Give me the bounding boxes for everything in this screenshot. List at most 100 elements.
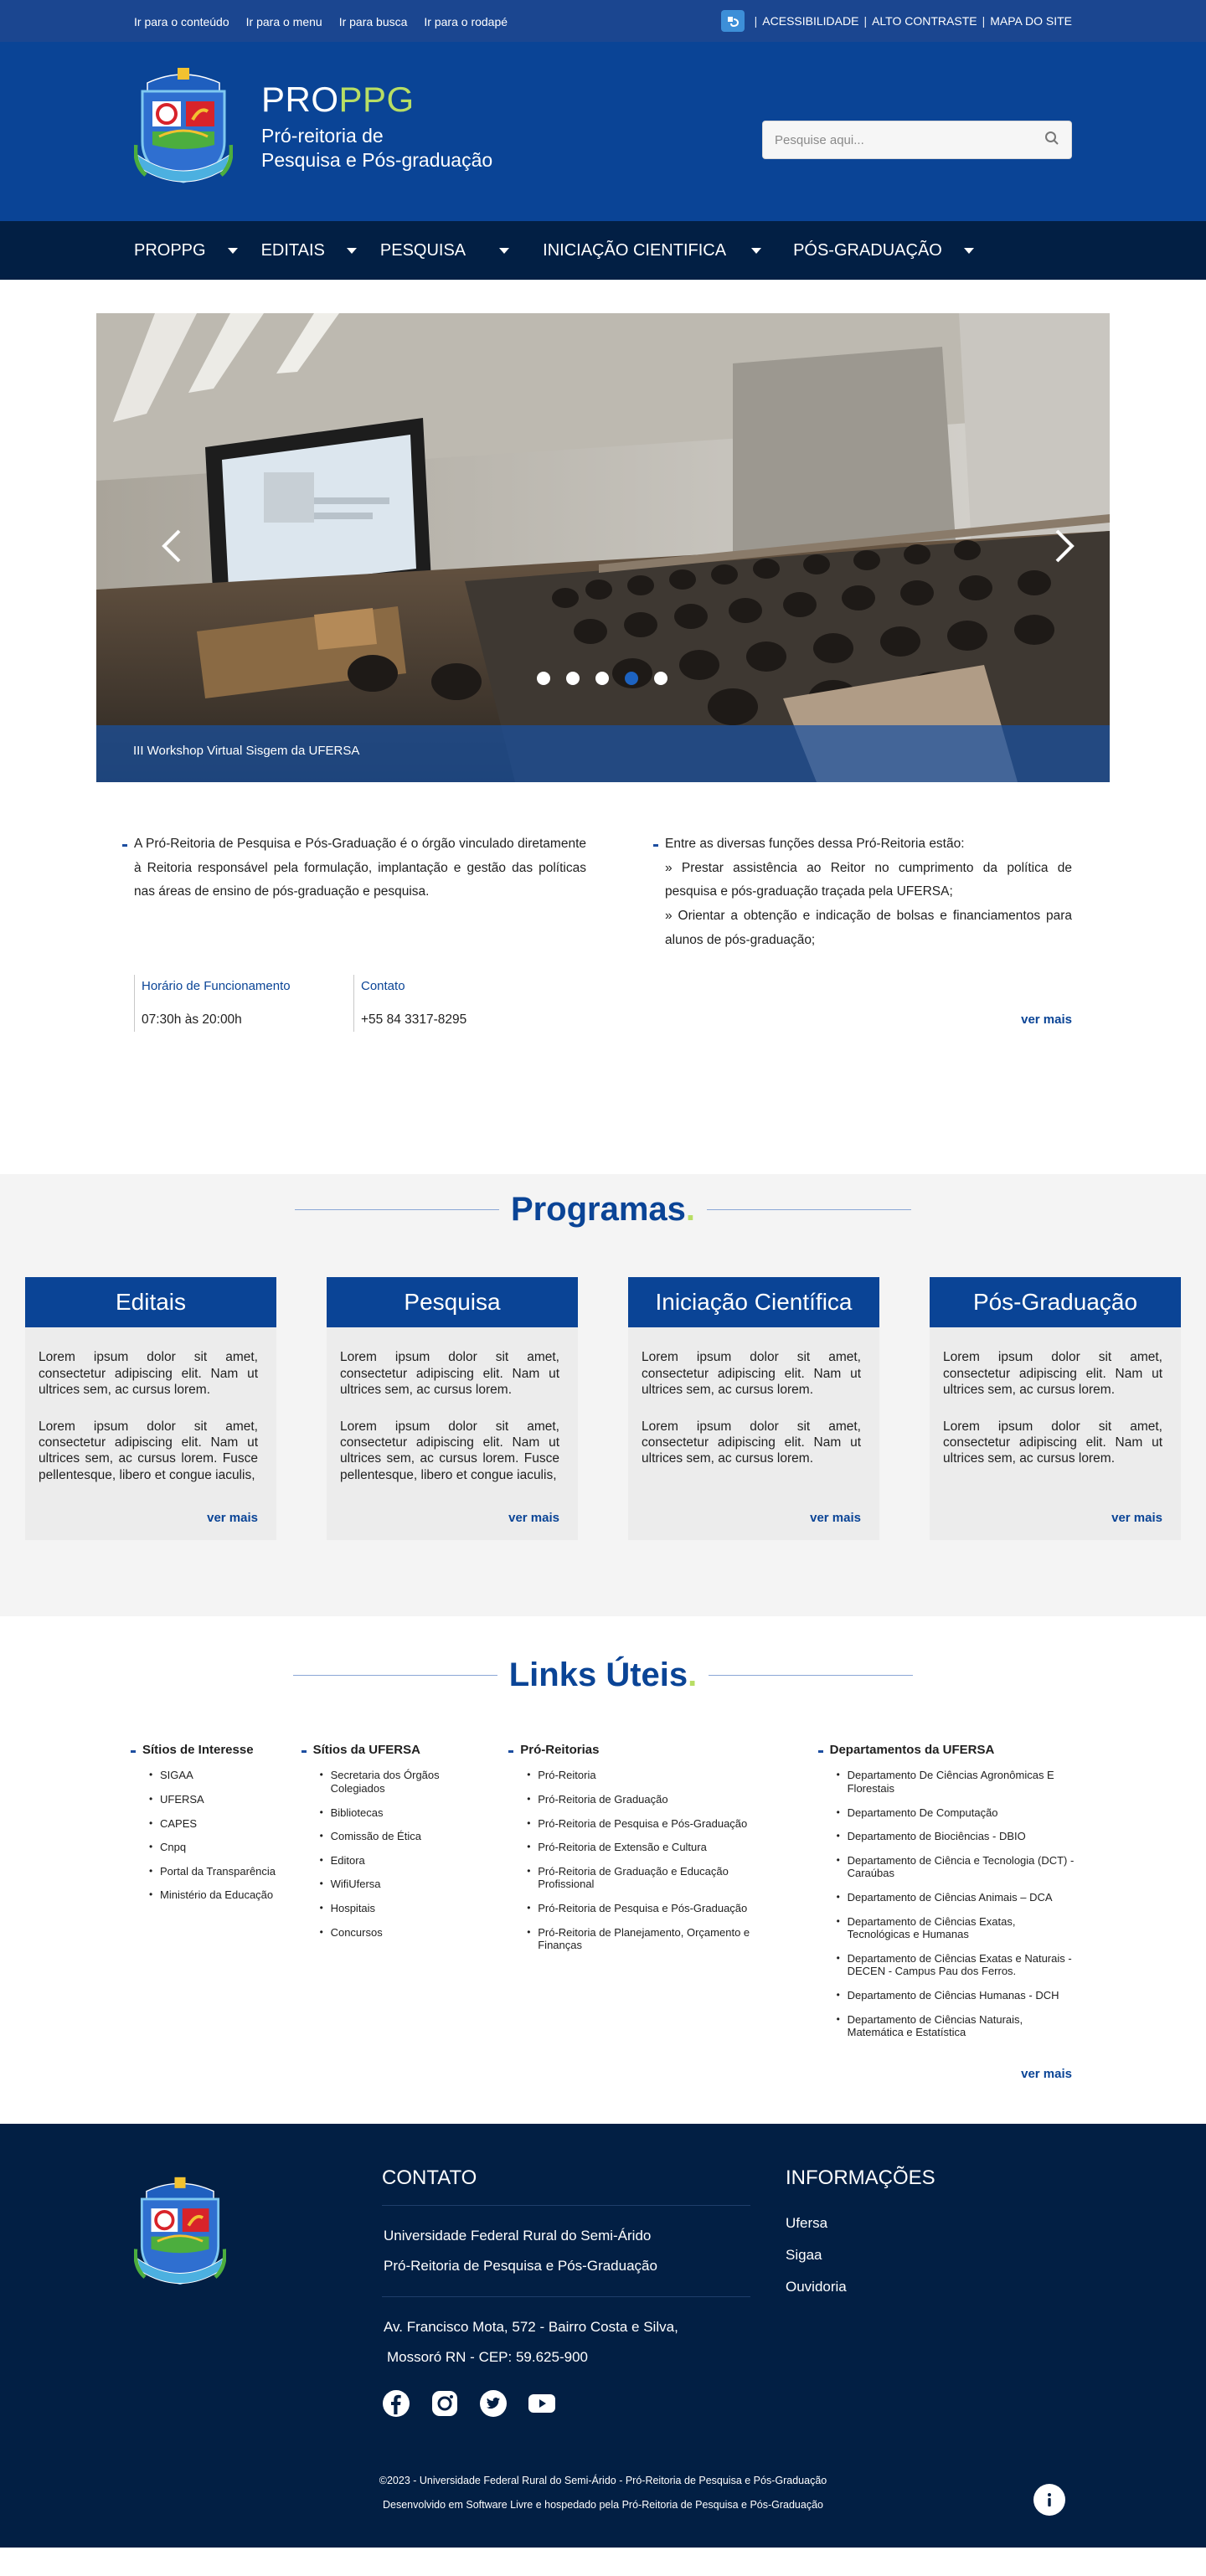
- link-list: Pró-Reitoria Pró-Reitoria de Graduação P…: [520, 1769, 774, 1951]
- links-heading: Links Úteis.: [0, 1656, 1206, 1694]
- card-title[interactable]: Pós-Graduação: [930, 1277, 1181, 1328]
- link-item[interactable]: Hospitais: [313, 1902, 452, 1915]
- accessibility-link[interactable]: ACESSIBILIDADE: [762, 14, 858, 28]
- menu-item-pos-graduacao[interactable]: PÓS-GRADUAÇÃO: [793, 241, 974, 260]
- carousel-dot[interactable]: [654, 672, 667, 685]
- link-item[interactable]: Editora: [313, 1854, 452, 1868]
- link-item[interactable]: Pró-Reitoria de Pesquisa e Pós-Graduação: [520, 1902, 774, 1915]
- programs-section: Programas. Editais Lorem ipsum dolor sit…: [0, 1174, 1206, 1617]
- link-item[interactable]: Ministério da Educação: [142, 1888, 313, 1902]
- card-see-more-link[interactable]: ver mais: [810, 1511, 861, 1525]
- search-icon[interactable]: [1044, 131, 1059, 150]
- link-item[interactable]: Pró-Reitoria de Planejamento, Orçamento …: [520, 1926, 774, 1952]
- skip-to-menu-link[interactable]: Ir para o menu: [246, 15, 322, 28]
- link-item[interactable]: Departamento de Biociências - DBIO: [830, 1830, 1080, 1843]
- link-item[interactable]: Departamento de Ciências Naturais, Matem…: [830, 2013, 1080, 2039]
- program-card-editais: Editais Lorem ipsum dolor sit amet, cons…: [25, 1277, 276, 1541]
- link-item[interactable]: Departamento De Ciências Agronômicas E F…: [830, 1769, 1080, 1795]
- card-title[interactable]: Pesquisa: [327, 1277, 578, 1328]
- bullet-dash: [122, 844, 127, 847]
- search-input[interactable]: [775, 132, 1044, 147]
- links-see-more-link[interactable]: ver mais: [1021, 2067, 1072, 2081]
- caret-down-icon[interactable]: [346, 247, 357, 254]
- function-item: » Orientar a obtenção e indicação de bol…: [665, 909, 1072, 947]
- link-item[interactable]: Portal da Transparência: [142, 1865, 313, 1878]
- card-title[interactable]: Iniciação Científica: [628, 1277, 879, 1328]
- link-item[interactable]: Cnpq: [142, 1841, 313, 1854]
- link-item[interactable]: Pró-Reitoria de Pesquisa e Pós-Graduação: [520, 1817, 774, 1831]
- twitter-icon[interactable]: [479, 2389, 508, 2418]
- youtube-icon[interactable]: [528, 2389, 556, 2418]
- menu-item-editais[interactable]: EDITAIS: [261, 241, 357, 260]
- brand-title[interactable]: PROPPG: [261, 80, 492, 119]
- intro-description: A Pró-Reitoria de Pesquisa e Pós-Graduaç…: [134, 837, 586, 899]
- chevron-left-icon: [162, 529, 181, 563]
- skip-to-content-link[interactable]: Ir para o conteúdo: [134, 15, 229, 28]
- link-item[interactable]: Departamento De Computação: [830, 1806, 1080, 1820]
- carousel-dot[interactable]: [566, 672, 580, 685]
- link-item[interactable]: Pró-Reitoria de Graduação: [520, 1793, 774, 1806]
- carousel-dot[interactable]: [595, 672, 609, 685]
- carousel-prev-arrow[interactable]: [155, 521, 188, 571]
- hours-value: 07:30h às 20:00h: [142, 1012, 242, 1027]
- link-item[interactable]: Departamento de Ciências Exatas, Tecnoló…: [830, 1915, 1080, 1941]
- link-item[interactable]: UFERSA: [142, 1793, 313, 1806]
- carousel-dot-active[interactable]: [625, 672, 638, 685]
- slide-caption[interactable]: III Workshop Virtual Sisgem da UFERSA: [96, 725, 1110, 782]
- link-item[interactable]: Pró-Reitoria: [520, 1769, 774, 1782]
- link-item[interactable]: Secretaria dos Órgãos Colegiados: [313, 1769, 452, 1795]
- caret-down-icon[interactable]: [751, 247, 762, 254]
- card-body: Lorem ipsum dolor sit amet, consectetur …: [327, 1327, 578, 1483]
- card-text: Lorem ipsum dolor sit amet, consectetur …: [39, 1350, 258, 1398]
- link-item[interactable]: WifiUfersa: [313, 1878, 452, 1891]
- caret-down-icon[interactable]: [499, 247, 510, 254]
- footer-org-name: Universidade Federal Rural do Semi-Árido: [384, 2227, 652, 2244]
- link-item[interactable]: Departamento de Ciências Animais – DCA: [830, 1891, 1080, 1904]
- skip-to-footer-link[interactable]: Ir para o rodapé: [424, 15, 508, 28]
- card-text: Lorem ipsum dolor sit amet, consectetur …: [340, 1419, 559, 1482]
- facebook-icon[interactable]: [382, 2389, 410, 2418]
- link-item[interactable]: CAPES: [142, 1817, 313, 1831]
- caret-down-icon[interactable]: [963, 247, 974, 254]
- menu-item-proppg[interactable]: PROPPG: [134, 241, 238, 260]
- link-item[interactable]: Bibliotecas: [313, 1806, 452, 1820]
- footer-link-ouvidoria[interactable]: Ouvidoria: [786, 2279, 935, 2295]
- footer-ufersa-logo[interactable]: [133, 2164, 231, 2306]
- separator: |: [863, 14, 868, 28]
- section-title: Links Úteis.: [509, 1656, 698, 1694]
- main-menu: PROPPG EDITAIS PESQUISA INICIAÇÃO CIENTI…: [0, 221, 1206, 280]
- link-item[interactable]: Pró-Reitoria de Extensão e Cultura: [520, 1841, 774, 1854]
- link-item[interactable]: Departamento de Ciências Exatas e Natura…: [830, 1952, 1080, 1978]
- footer-link-sigaa[interactable]: Sigaa: [786, 2247, 935, 2264]
- card-body: Lorem ipsum dolor sit amet, consectetur …: [628, 1327, 879, 1466]
- link-item[interactable]: Pró-Reitoria de Graduação e Educação Pro…: [520, 1865, 774, 1891]
- link-list: Departamento De Ciências Agronômicas E F…: [830, 1769, 1080, 2038]
- footer-info-list: Ufersa Sigaa Ouvidoria: [786, 2215, 935, 2295]
- card-see-more-link[interactable]: ver mais: [508, 1511, 559, 1525]
- links-column-sitios-ufersa: Sítios da UFERSA Secretaria dos Órgãos C…: [301, 1743, 452, 2049]
- ufersa-logo[interactable]: [133, 64, 234, 190]
- carousel-next-arrow[interactable]: [1048, 521, 1081, 571]
- menu-item-pesquisa[interactable]: PESQUISA: [380, 241, 510, 260]
- link-item[interactable]: Departamento de Ciência e Tecnologia (DC…: [830, 1854, 1080, 1880]
- skip-to-search-link[interactable]: Ir para busca: [339, 15, 408, 28]
- intro-see-more-link[interactable]: ver mais: [1021, 1012, 1072, 1027]
- sitemap-link[interactable]: MAPA DO SITE: [990, 14, 1072, 28]
- card-see-more-link[interactable]: ver mais: [1111, 1511, 1162, 1525]
- instagram-icon[interactable]: [430, 2389, 459, 2418]
- link-item[interactable]: Departamento de Ciências Humanas - DCH: [830, 1989, 1080, 2002]
- hero-carousel: III Workshop Virtual Sisgem da UFERSA: [96, 313, 1110, 782]
- card-title[interactable]: Editais: [25, 1277, 276, 1328]
- info-button[interactable]: [1033, 2483, 1065, 2516]
- card-see-more-link[interactable]: ver mais: [207, 1511, 258, 1525]
- carousel-dot[interactable]: [537, 672, 550, 685]
- menu-item-iniciacao-cientifica[interactable]: INICIAÇÃO CIENTIFICA: [543, 241, 762, 260]
- link-item[interactable]: Comissão de Ética: [313, 1830, 452, 1843]
- footer-address-line1: Av. Francisco Mota, 572 - Bairro Costa e…: [384, 2318, 678, 2335]
- vlibras-icon[interactable]: [720, 10, 745, 32]
- high-contrast-link[interactable]: ALTO CONTRASTE: [872, 14, 977, 28]
- caret-down-icon[interactable]: [227, 247, 238, 254]
- footer-link-ufersa[interactable]: Ufersa: [786, 2215, 935, 2232]
- link-item[interactable]: SIGAA: [142, 1769, 313, 1782]
- link-item[interactable]: Concursos: [313, 1926, 452, 1940]
